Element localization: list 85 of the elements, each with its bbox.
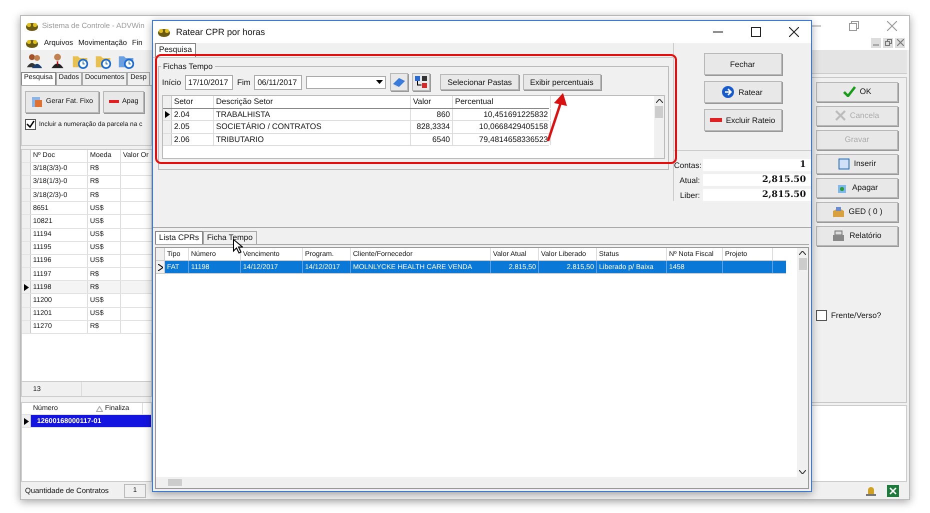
row-selector[interactable] bbox=[22, 281, 31, 294]
people-icon[interactable] bbox=[26, 52, 43, 70]
column-header[interactable]: Descrição Setor bbox=[214, 96, 411, 108]
row-pointer-icon bbox=[24, 284, 28, 291]
total-label: Liber: bbox=[678, 190, 700, 200]
row-selector[interactable] bbox=[22, 415, 31, 428]
table-cell: 6540 bbox=[411, 134, 453, 145]
person-icon[interactable] bbox=[49, 52, 66, 70]
scroll-down-icon[interactable] bbox=[799, 470, 806, 474]
column-header[interactable]: Percentual bbox=[453, 96, 551, 108]
restore-icon[interactable] bbox=[849, 20, 859, 30]
total-value: 2,815.50 bbox=[703, 189, 811, 201]
side-button[interactable]: Apagar bbox=[816, 178, 898, 198]
tool-button[interactable] bbox=[412, 73, 430, 91]
field-label: Início bbox=[162, 78, 182, 86]
side-button[interactable]: OK bbox=[816, 82, 898, 102]
bell-icon[interactable] bbox=[865, 484, 877, 497]
maximize-icon[interactable] bbox=[751, 27, 761, 37]
action-button[interactable]: Exibir percentuais bbox=[522, 74, 601, 90]
field-label: Fim bbox=[237, 78, 250, 86]
checkbox[interactable] bbox=[25, 118, 36, 130]
table-cell: TRABALHISTA bbox=[214, 108, 411, 120]
total-label: Atual: bbox=[678, 176, 700, 184]
tab[interactable]: Lista CPRs bbox=[155, 231, 204, 244]
close-icon[interactable] bbox=[789, 27, 799, 37]
minus-icon bbox=[109, 100, 120, 104]
row-selector[interactable] bbox=[163, 108, 172, 120]
arrow-circle-icon bbox=[722, 86, 734, 98]
row-pointer-icon bbox=[24, 418, 28, 425]
app-icon bbox=[157, 26, 171, 38]
printer-icon bbox=[832, 230, 846, 242]
date-field[interactable]: 06/11/2017 bbox=[254, 74, 302, 90]
table-cell: 2.06 bbox=[172, 134, 214, 145]
side-button[interactable]: Fechar bbox=[704, 53, 782, 75]
side-button[interactable]: Inserir bbox=[816, 154, 898, 174]
scroll-thumb[interactable] bbox=[798, 258, 806, 270]
group-title: Fichas Tempo bbox=[161, 62, 215, 71]
row-pointer-icon bbox=[164, 110, 170, 118]
scrollbar[interactable] bbox=[654, 96, 664, 158]
table-cell: 10,451691225832 bbox=[453, 108, 551, 120]
sort-icon bbox=[96, 406, 103, 412]
table-cell: TRIBUTARIO bbox=[214, 134, 411, 145]
scroll-up-icon[interactable] bbox=[656, 99, 662, 103]
column-header[interactable]: Valor bbox=[411, 96, 453, 108]
tab[interactable]: Ficha Tempo bbox=[203, 231, 257, 244]
window-title: Ratear CPR por horas bbox=[176, 27, 266, 37]
side-button[interactable]: GED ( 0 ) bbox=[816, 202, 898, 222]
total-value: 1 bbox=[703, 159, 811, 171]
dropdown-arrow-icon bbox=[376, 80, 384, 84]
side-button[interactable]: Relatório bbox=[816, 226, 898, 246]
document-icon bbox=[31, 96, 43, 108]
scrollbar[interactable] bbox=[156, 477, 808, 488]
total-label: Contas: bbox=[674, 160, 700, 170]
side-button[interactable]: Excluir Rateio bbox=[704, 109, 782, 131]
table-cell: 2.05 bbox=[172, 121, 214, 132]
network-icon bbox=[414, 75, 428, 89]
table-cell bbox=[117, 415, 151, 428]
scroll-thumb[interactable] bbox=[655, 106, 663, 118]
table-cell: SOCIETÁRIO / CONTRATOS bbox=[214, 121, 411, 132]
table-cell: 828,3334 bbox=[411, 121, 453, 132]
row-pointer-icon bbox=[158, 264, 162, 270]
combo-field[interactable] bbox=[306, 76, 386, 88]
restore-icon[interactable] bbox=[883, 38, 893, 48]
eraser-icon bbox=[392, 77, 406, 87]
table-cell: 2.04 bbox=[172, 108, 214, 120]
row-selector[interactable] bbox=[156, 261, 165, 273]
checkbox-label: Frente/Verso? bbox=[831, 310, 882, 320]
total-value: 2,815.50 bbox=[703, 174, 811, 186]
scroll-thumb[interactable] bbox=[168, 479, 182, 486]
scroll-up-icon[interactable] bbox=[799, 251, 806, 255]
minus-icon bbox=[710, 118, 722, 122]
grid-corner bbox=[163, 96, 172, 108]
page-icon bbox=[838, 158, 850, 170]
date-field[interactable]: 17/10/2017 bbox=[185, 74, 234, 90]
table-cell: 860 bbox=[411, 108, 453, 120]
table-cell: 10,0668429405158 bbox=[453, 121, 551, 132]
side-button[interactable]: Ratear bbox=[704, 81, 782, 103]
checkbox[interactable] bbox=[816, 310, 827, 321]
column-header[interactable]: Setor bbox=[172, 96, 214, 108]
cross-icon bbox=[834, 110, 846, 122]
checkmark-icon bbox=[842, 86, 856, 98]
box-icon bbox=[832, 206, 845, 218]
spreadsheet-icon[interactable] bbox=[887, 484, 899, 497]
scrollbar[interactable] bbox=[797, 248, 808, 477]
action-button[interactable]: Selecionar Pastas bbox=[440, 74, 519, 90]
